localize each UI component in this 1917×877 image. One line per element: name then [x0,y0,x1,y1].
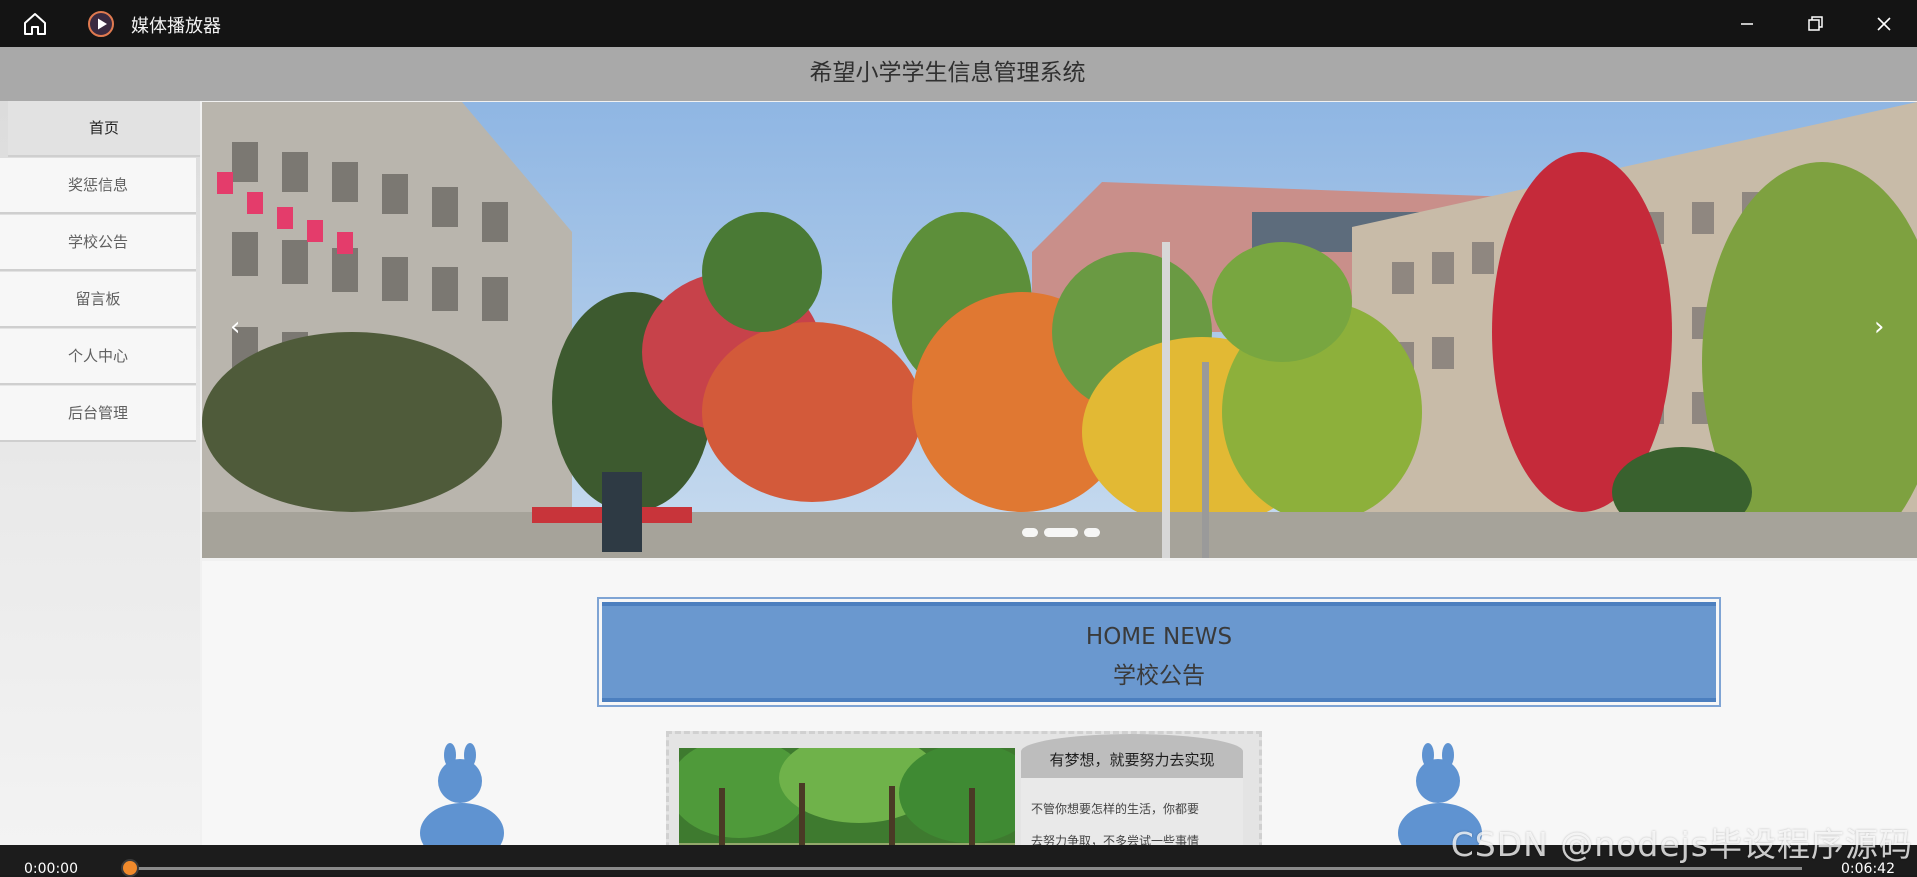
media-player-titlebar: 媒体播放器 [0,0,1917,47]
close-icon[interactable] [1870,10,1898,38]
news-card[interactable]: 有梦想，就要努力去实现 不管你想要怎样的生活，你都要 去努力争取，不多尝试一些事… [666,731,1262,845]
sidebar-nav: 首页 奖惩信息 学校公告 留言板 个人中心 后台管理 [0,101,200,845]
news-card-line-1: 不管你想要怎样的生活，你都要 [1031,802,1200,816]
news-card-title[interactable]: 有梦想，就要努力去实现 [1021,734,1243,778]
carousel-next-button[interactable]: › [1874,312,1884,342]
watermark-text: CSDN @nodejs毕设程序源码 [1450,825,1913,864]
sidebar-item-home[interactable]: 首页 [8,101,200,157]
sidebar-item-rewards[interactable]: 奖惩信息 [0,158,196,214]
carousel-dot-3[interactable] [1084,528,1100,537]
media-player-play-icon [88,11,114,37]
site-header: 希望小学学生信息管理系统 [0,47,1917,101]
app-title: 媒体播放器 [131,16,221,37]
sidebar-item-admin[interactable]: 后台管理 [0,386,196,442]
news-thumbnail[interactable] [679,748,1015,845]
news-heading-cn: 学校公告 [1113,663,1205,689]
content-section: HOME NEWS 学校公告 有梦想，就要努力去实现 不管你想要怎样的生活，你都… [202,561,1917,845]
restore-icon[interactable] [1801,10,1829,38]
carousel-dot-1[interactable] [1022,528,1038,537]
hero-carousel[interactable]: ‹ › [202,102,1917,558]
carousel-prev-button[interactable]: ‹ [230,312,240,342]
site-title: 希望小学学生信息管理系统 [809,60,1086,86]
video-frame[interactable]: 希望小学学生信息管理系统 首页 奖惩信息 学校公告 留言板 个人中心 后台管理 [0,47,1917,845]
sidebar-item-announcements[interactable]: 学校公告 [0,215,196,271]
news-heading-en: HOME NEWS [1085,624,1233,650]
left-bunny-decoration [420,743,504,845]
seek-bar[interactable] [130,867,1802,870]
sidebar-item-profile[interactable]: 个人中心 [0,329,196,385]
minimize-icon[interactable] [1733,10,1761,38]
news-banner: HOME NEWS 学校公告 [602,602,1716,702]
carousel-image [202,102,1917,558]
seek-thumb[interactable] [123,861,137,875]
news-card-line-2: 去努力争取，不多尝试一些事情 [1031,834,1200,845]
news-card-body: 不管你想要怎样的生活，你都要 去努力争取，不多尝试一些事情 [1021,778,1243,845]
carousel-dot-2[interactable] [1044,528,1078,537]
home-icon[interactable] [22,11,48,37]
sidebar-item-message-board[interactable]: 留言板 [0,272,196,328]
